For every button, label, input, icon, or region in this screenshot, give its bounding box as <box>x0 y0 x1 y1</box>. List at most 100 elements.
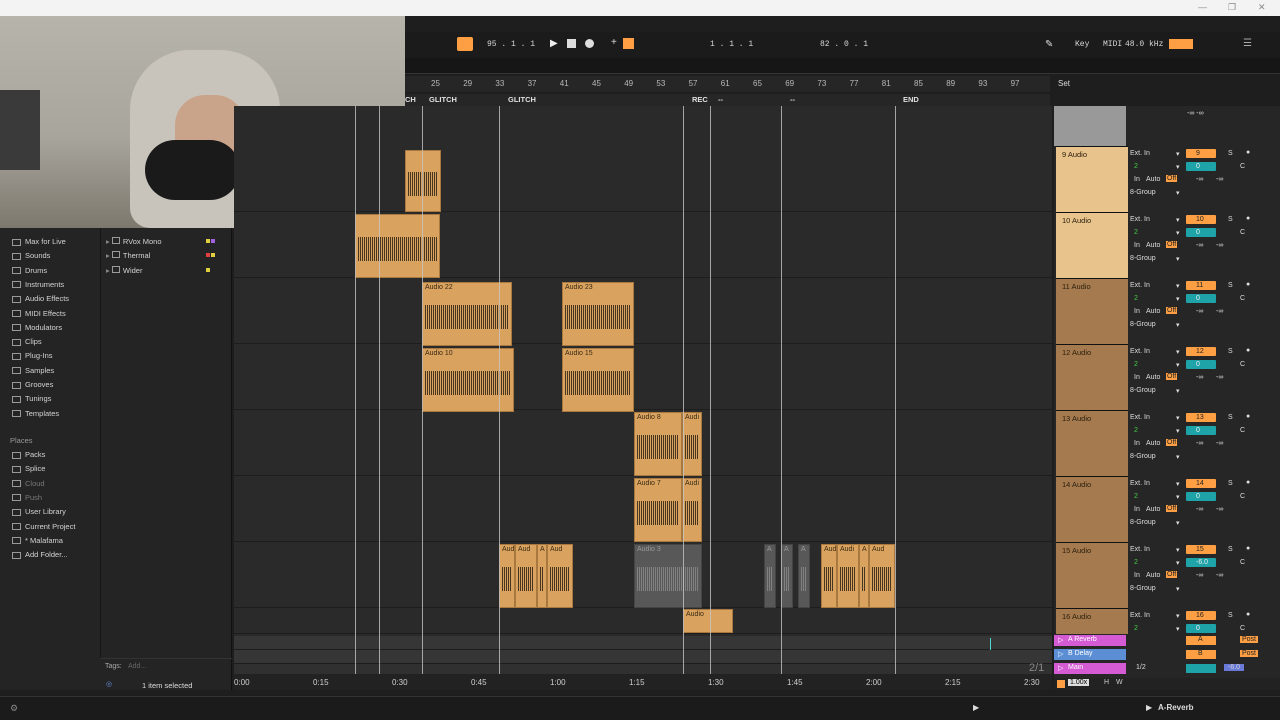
send-a[interactable]: -∞ <box>1196 242 1203 249</box>
pan-field[interactable]: C <box>1240 295 1245 302</box>
chevron-down-icon[interactable]: ▾ <box>1176 295 1180 303</box>
minimize-button[interactable]: — <box>1198 2 1207 12</box>
menu-icon[interactable]: ☰ <box>1243 38 1252 49</box>
audio-clip[interactable]: Audio 7 <box>634 478 682 542</box>
browser-category[interactable]: Tunings <box>12 394 51 403</box>
return-button[interactable]: A <box>1198 636 1203 643</box>
send-a[interactable]: -∞ <box>1196 308 1203 315</box>
volume-field[interactable]: -6.0 <box>1196 559 1208 566</box>
position-field[interactable]: 1 . 1 . 1 <box>710 40 753 49</box>
monitor-auto-button[interactable]: Auto <box>1146 440 1160 447</box>
output-select[interactable]: 8-Group <box>1130 519 1156 526</box>
chevron-down-icon[interactable]: ▾ <box>1176 150 1180 158</box>
tempo-field[interactable]: 95 . 1 . 1 <box>487 40 535 49</box>
time-ruler[interactable]: 0:00 0:15 0:30 0:45 1:00 1:15 1:30 1:45 2:00 2:15… <box>234 674 1052 690</box>
input-type-select[interactable]: Ext. In <box>1130 348 1150 355</box>
input-type-select[interactable]: Ext. In <box>1130 414 1150 421</box>
track-header[interactable]: 13 Audio <box>1056 410 1128 476</box>
browser-category[interactable]: Audio Effects <box>12 294 69 303</box>
browser-category[interactable]: Drums <box>12 266 47 275</box>
browser-preset[interactable]: ▸ Wider <box>106 265 210 275</box>
browser-place[interactable]: Add Folder... <box>12 550 68 559</box>
track-header[interactable]: 11 Audio <box>1056 278 1128 344</box>
set-button[interactable]: Set <box>1058 79 1070 88</box>
monitor-auto-button[interactable]: Auto <box>1146 242 1160 249</box>
track-header[interactable]: 16 Audio <box>1056 608 1128 634</box>
return-play-icon[interactable]: ▷ <box>1058 636 1063 644</box>
arrangement-view[interactable]: Audio 22 Audio 23 Audio 10 Audio 15 Audi… <box>234 106 1052 690</box>
browser-preset[interactable]: ▸ Thermal <box>106 251 215 260</box>
output-select[interactable]: 8-Group <box>1130 387 1156 394</box>
output-select[interactable]: 8-Group <box>1130 453 1156 460</box>
volume-field[interactable]: 0 <box>1196 493 1200 500</box>
monitor-auto-button[interactable]: Auto <box>1146 374 1160 381</box>
locator-lane[interactable]: CH GLITCH GLITCH REC -- -- END <box>405 94 1050 106</box>
browser-category[interactable]: MIDI Effects <box>12 309 66 318</box>
play-small-icon[interactable]: ▶ <box>973 703 979 712</box>
chevron-down-icon[interactable]: ▾ <box>1176 387 1180 395</box>
chevron-down-icon[interactable]: ▾ <box>1176 493 1180 501</box>
audio-clip[interactable]: Audio 8 <box>634 412 682 476</box>
return-name[interactable]: B Delay <box>1068 650 1093 657</box>
return-name[interactable]: Main <box>1068 664 1083 671</box>
chevron-down-icon[interactable]: ▾ <box>1176 216 1180 224</box>
monitor-off-button[interactable]: Off <box>1166 241 1178 248</box>
return-play-icon[interactable]: ▷ <box>1058 664 1063 672</box>
monitor-auto-button[interactable]: Auto <box>1146 176 1160 183</box>
automation-arm-icon[interactable] <box>623 38 634 49</box>
input-channel-select[interactable]: 2 <box>1134 229 1138 236</box>
monitor-off-button[interactable]: Off <box>1166 307 1178 314</box>
track-name[interactable]: 12 Audio <box>1062 348 1091 357</box>
bar-ruler[interactable]: 25 29 33 37 41 45 49 53 57 61 65 69 73 77 81 85 89 93 97 <box>405 76 1050 92</box>
browser-preset[interactable]: ▸ RVox Mono <box>106 237 215 246</box>
browser-place[interactable]: Current Project <box>12 522 75 531</box>
chevron-down-icon[interactable]: ▾ <box>1176 255 1180 263</box>
browser-category[interactable]: Sounds <box>12 251 50 260</box>
monitor-in-button[interactable]: In <box>1134 440 1140 447</box>
browser-category[interactable]: Grooves <box>12 380 53 389</box>
add-icon[interactable]: + <box>611 37 617 48</box>
volume-field[interactable]: 0 <box>1196 361 1200 368</box>
locator-dash-2[interactable]: -- <box>790 95 795 104</box>
track-number[interactable]: 13 <box>1196 414 1204 421</box>
input-type-select[interactable]: Ext. In <box>1130 282 1150 289</box>
return-name[interactable]: A Reverb <box>1068 636 1097 643</box>
return-track[interactable]: ▷ A Reverb A Post <box>1054 634 1280 647</box>
chevron-down-icon[interactable]: ▾ <box>1176 625 1180 633</box>
volume-field[interactable]: 0 <box>1196 229 1200 236</box>
chevron-down-icon[interactable]: ▾ <box>1176 519 1180 527</box>
chevron-down-icon[interactable]: ▾ <box>1176 282 1180 290</box>
track-number[interactable]: 16 <box>1196 612 1204 619</box>
device-arrow-icon[interactable]: ▶ <box>1146 703 1152 712</box>
track-header[interactable]: 10 Audio <box>1056 212 1128 278</box>
pan-field[interactable]: C <box>1240 361 1245 368</box>
track-name[interactable]: 16 Audio <box>1062 612 1091 621</box>
close-button[interactable]: ✕ <box>1258 2 1266 13</box>
send-b[interactable]: -∞ <box>1216 506 1223 513</box>
pan-field[interactable]: C <box>1240 625 1245 632</box>
input-channel-select[interactable]: 2 <box>1134 625 1138 632</box>
send-b[interactable]: -∞ <box>1216 374 1223 381</box>
output-select[interactable]: 8-Group <box>1130 585 1156 592</box>
volume-field[interactable]: 0 <box>1196 295 1200 302</box>
info-icon[interactable]: ◎ <box>106 680 112 688</box>
track-name[interactable]: 13 Audio <box>1062 414 1091 423</box>
audio-clip[interactable] <box>405 150 441 212</box>
chevron-down-icon[interactable]: ▾ <box>1176 321 1180 329</box>
chevron-down-icon[interactable]: ▾ <box>1176 348 1180 356</box>
input-type-select[interactable]: Ext. In <box>1130 612 1150 619</box>
monitor-in-button[interactable]: In <box>1134 374 1140 381</box>
audio-clip[interactable]: Audio 10 <box>422 348 514 412</box>
pan-field[interactable]: C <box>1240 163 1245 170</box>
audio-clip[interactable]: Aud <box>499 544 515 608</box>
solo-button[interactable]: S <box>1228 480 1233 487</box>
loop-length-field[interactable]: 82 . 0 . 1 <box>820 40 868 49</box>
monitor-in-button[interactable]: In <box>1134 242 1140 249</box>
arm-icon[interactable]: ● <box>1246 149 1250 156</box>
chevron-down-icon[interactable]: ▾ <box>1176 163 1180 171</box>
chevron-down-icon[interactable]: ▾ <box>1176 453 1180 461</box>
volume-field[interactable]: 0 <box>1196 427 1200 434</box>
solo-button[interactable]: S <box>1228 150 1233 157</box>
tap-tempo-icon[interactable] <box>457 37 473 51</box>
maximize-button[interactable]: ❐ <box>1228 2 1236 13</box>
